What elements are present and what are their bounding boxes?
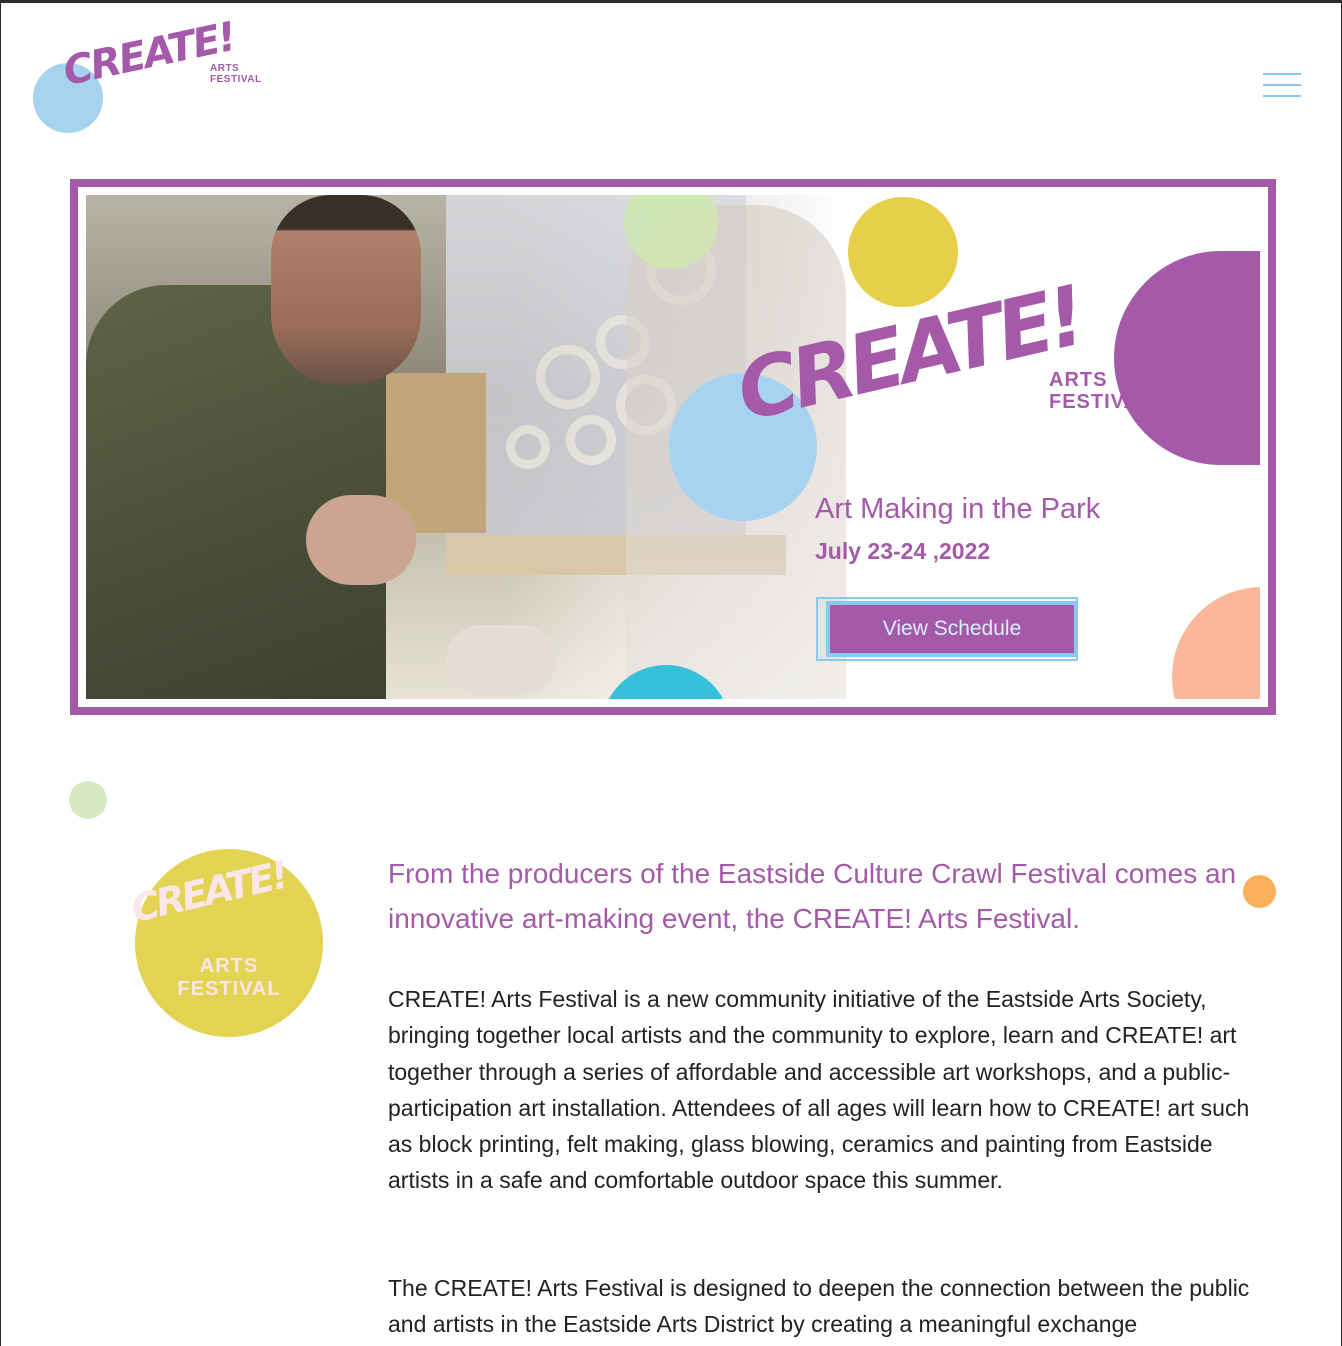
decor-yellow-circle — [848, 197, 958, 307]
hero-banner: CREATE! ARTS FESTIVAL Art Making in the … — [70, 179, 1276, 715]
hero-inner: CREATE! ARTS FESTIVAL Art Making in the … — [86, 195, 1260, 699]
hero-subtitle: Art Making in the Park — [815, 493, 1101, 525]
photo-ring — [506, 425, 550, 469]
decor-sage-circle — [69, 781, 107, 819]
badge-wordmark: CREATE! — [127, 852, 291, 931]
festival-badge-logo: CREATE! ARTS FESTIVAL — [127, 849, 323, 1037]
decor-peach-circle — [1172, 587, 1260, 699]
logo-subtitle: ARTS FESTIVAL — [210, 63, 262, 85]
hamburger-menu-icon[interactable] — [1263, 71, 1301, 101]
photo-ring — [566, 415, 616, 465]
menu-bar-bottom — [1263, 95, 1301, 97]
photo-artist-hand — [306, 495, 416, 585]
menu-bar-middle — [1263, 84, 1301, 86]
menu-bar-top — [1263, 73, 1301, 75]
intro-heading: From the producers of the Eastside Cultu… — [388, 858, 1237, 934]
hero-wordmark-subtitle: ARTS FESTIVAL — [1049, 369, 1129, 413]
badge-subtitle: ARTS FESTIVAL — [177, 955, 281, 1000]
photo-artist-hand-clay — [446, 625, 556, 695]
photo-artist-head — [271, 195, 421, 385]
hero-date: July 23-24 ,2022 — [815, 538, 991, 564]
intro-paragraph: CREATE! Arts Festival is a new community… — [388, 986, 1250, 1194]
decor-purple-circle — [1114, 251, 1260, 465]
view-schedule-button[interactable]: View Schedule — [826, 601, 1078, 657]
photo-ring — [536, 345, 600, 409]
intro-paragraph: The CREATE! Arts Festival is designed to… — [388, 1275, 1250, 1338]
site-logo[interactable]: CREATE! ARTS FESTIVAL — [33, 14, 273, 137]
cta-wrapper: View Schedule — [816, 597, 1080, 663]
